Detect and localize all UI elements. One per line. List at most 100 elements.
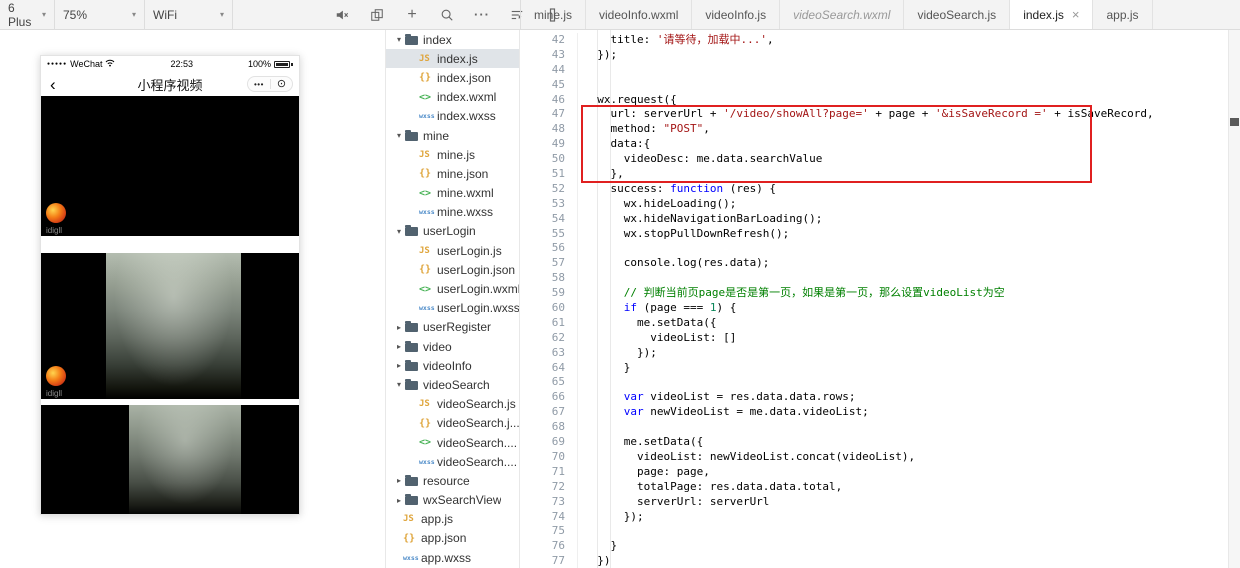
code-line-43[interactable]: 43 }); <box>520 47 1228 63</box>
code-editor[interactable]: 42 title: '请等待，加载中...', 43 }); 44 45 46 wx.r… <box>520 30 1240 568</box>
scrollbar-thumb[interactable] <box>1230 118 1239 126</box>
capsule-menu[interactable]: ••• ⊙ <box>247 76 293 92</box>
code-line-74[interactable]: 74 }); <box>520 509 1228 525</box>
editor-tab-videoSearch.wxml[interactable]: videoSearch.wxml <box>780 0 905 29</box>
tree-item-videoSearch....[interactable]: <> videoSearch.... <box>386 433 519 452</box>
tree-item-videoSearch....[interactable]: wxss videoSearch.... <box>386 452 519 471</box>
code-line-49[interactable]: 49 data:{ <box>520 137 1228 153</box>
more-icon[interactable]: ··· <box>473 6 491 24</box>
code-line-45[interactable]: 45 <box>520 77 1228 93</box>
code-line-44[interactable]: 44 <box>520 62 1228 78</box>
tree-item-userLogin.json[interactable]: {} userLogin.json <box>386 260 519 279</box>
editor-tab-videoInfo.wxml[interactable]: videoInfo.wxml <box>586 0 693 29</box>
video-cell-1[interactable]: idigll <box>41 96 299 236</box>
tree-item-index.js[interactable]: JS index.js <box>386 49 519 69</box>
tree-item-userLogin[interactable]: ▾ userLogin <box>386 222 519 241</box>
tree-item-mine.wxss[interactable]: wxss mine.wxss <box>386 203 519 222</box>
code-line-77[interactable]: 77 }) <box>520 554 1228 568</box>
device-select[interactable]: 6 Plus ▾ <box>0 0 55 30</box>
code-line-52[interactable]: 52 success: function (res) { <box>520 181 1228 197</box>
chevron-right-icon[interactable]: ▸ <box>393 476 405 485</box>
tree-item-mine.js[interactable]: JS mine.js <box>386 145 519 164</box>
code-line-75[interactable]: 75 <box>520 524 1228 540</box>
tree-item-app.json[interactable]: {} app.json <box>386 529 519 548</box>
code-line-62[interactable]: 62 videoList: [] <box>520 330 1228 346</box>
tree-item-index.json[interactable]: {} index.json <box>386 68 519 87</box>
code-line-56[interactable]: 56 <box>520 241 1228 257</box>
code-line-70[interactable]: 70 videoList: newVideoList.concat(videoL… <box>520 449 1228 465</box>
code-line-69[interactable]: 69 me.setData({ <box>520 435 1228 450</box>
tree-item-index[interactable]: ▾ index <box>386 30 519 49</box>
code-line-55[interactable]: 55 wx.stopPullDownRefresh(); <box>520 226 1228 242</box>
code-line-61[interactable]: 61 me.setData({ <box>520 315 1228 331</box>
code-line-72[interactable]: 72 totalPage: res.data.data.total, <box>520 479 1228 495</box>
code-line-53[interactable]: 53 wx.hideLoading(); <box>520 196 1228 212</box>
code-line-68[interactable]: 68 <box>520 420 1228 436</box>
chevron-right-icon[interactable]: ▸ <box>393 342 405 351</box>
editor-tab-videoSearch.js[interactable]: videoSearch.js <box>904 0 1011 29</box>
video-cell-2[interactable]: idigll <box>41 253 299 399</box>
tree-item-userLogin.wxss[interactable]: wxss userLogin.wxss <box>386 299 519 318</box>
video-thumbnail[interactable] <box>129 405 241 514</box>
editor-tab-videoInfo.js[interactable]: videoInfo.js <box>692 0 781 29</box>
code-line-50[interactable]: 50 videoDesc: me.data.searchValue <box>520 152 1228 168</box>
editor-tab-index.js[interactable]: index.js × <box>1010 0 1094 29</box>
author-avatar[interactable] <box>46 203 66 223</box>
tree-item-userRegister[interactable]: ▸ userRegister <box>386 318 519 337</box>
tree-item-app.wxss[interactable]: wxss app.wxss <box>386 548 519 567</box>
add-icon[interactable]: + <box>403 6 421 24</box>
code-line-46[interactable]: 46 wx.request({ <box>520 92 1228 108</box>
tree-item-videoInfo[interactable]: ▸ videoInfo <box>386 356 519 375</box>
tree-item-mine[interactable]: ▾ mine <box>386 126 519 145</box>
code-line-73[interactable]: 73 serverUrl: serverUrl <box>520 494 1228 510</box>
tree-item-videoSearch.j...[interactable]: {} videoSearch.j... <box>386 414 519 433</box>
tree-item-app.js[interactable]: JS app.js <box>386 510 519 529</box>
tree-item-videoSearch[interactable]: ▾ videoSearch <box>386 375 519 394</box>
chevron-right-icon[interactable]: ▸ <box>393 323 405 332</box>
author-avatar[interactable] <box>46 366 66 386</box>
tree-item-videoSearch.js[interactable]: JS videoSearch.js <box>386 395 519 414</box>
tree-item-userLogin.js[interactable]: JS userLogin.js <box>386 241 519 260</box>
back-icon[interactable]: ‹ <box>50 76 56 93</box>
code-line-60[interactable]: 60 if (page === 1) { <box>520 301 1228 316</box>
tree-item-wxSearchView[interactable]: ▸ wxSearchView <box>386 491 519 510</box>
tree-item-index.wxml[interactable]: <> index.wxml <box>386 88 519 107</box>
zoom-select[interactable]: 75% ▾ <box>55 0 145 30</box>
code-line-59[interactable]: 59 // 判断当前页page是否是第一页，如果是第一页，那么设置videoLi… <box>520 286 1228 302</box>
code-line-67[interactable]: 67 var newVideoList = me.data.videoList; <box>520 405 1228 421</box>
chevron-right-icon[interactable]: ▸ <box>393 361 405 370</box>
tree-item-mine.json[interactable]: {} mine.json <box>386 164 519 183</box>
tree-item-resource[interactable]: ▸ resource <box>386 471 519 490</box>
code-line-54[interactable]: 54 wx.hideNavigationBarLoading(); <box>520 211 1228 227</box>
code-line-64[interactable]: 64 } <box>520 360 1228 376</box>
code-line-51[interactable]: 51 }, <box>520 167 1228 182</box>
mute-icon[interactable] <box>333 6 351 24</box>
video-cell-3[interactable] <box>41 405 299 514</box>
editor-scrollbar[interactable] <box>1228 30 1240 568</box>
chevron-down-icon[interactable]: ▾ <box>393 131 405 140</box>
editor-tab-app.js[interactable]: app.js <box>1093 0 1153 29</box>
chevron-down-icon[interactable]: ▾ <box>393 35 405 44</box>
tree-item-mine.wxml[interactable]: <> mine.wxml <box>386 184 519 203</box>
tree-item-userLogin.wxml[interactable]: <> userLogin.wxml <box>386 279 519 298</box>
code-line-57[interactable]: 57 console.log(res.data); <box>520 256 1228 272</box>
code-line-63[interactable]: 63 }); <box>520 345 1228 361</box>
chevron-right-icon[interactable]: ▸ <box>393 496 405 505</box>
chevron-down-icon[interactable]: ▾ <box>393 227 405 236</box>
tab-close-icon[interactable]: × <box>1072 8 1080 21</box>
network-select[interactable]: WiFi ▾ <box>145 0 233 30</box>
code-line-47[interactable]: 47 url: serverUrl + '/video/showAll?page… <box>520 107 1228 123</box>
code-line-42[interactable]: 42 title: '请等待，加载中...', <box>520 33 1228 48</box>
editor-tab-mine.js[interactable]: mine.js <box>521 0 587 29</box>
code-line-48[interactable]: 48 method: "POST", <box>520 122 1228 138</box>
code-line-76[interactable]: 76 } <box>520 539 1228 555</box>
code-line-71[interactable]: 71 page: page, <box>520 464 1228 480</box>
code-line-66[interactable]: 66 var videoList = res.data.data.rows; <box>520 390 1228 406</box>
video-thumbnail[interactable] <box>106 253 241 399</box>
tree-item-video[interactable]: ▸ video <box>386 337 519 356</box>
tree-item-index.wxss[interactable]: wxss index.wxss <box>386 107 519 126</box>
code-line-65[interactable]: 65 <box>520 375 1228 391</box>
menu-dots-icon[interactable]: ••• <box>254 80 264 89</box>
home-icon[interactable]: ⊙ <box>277 78 286 90</box>
chevron-down-icon[interactable]: ▾ <box>393 380 405 389</box>
